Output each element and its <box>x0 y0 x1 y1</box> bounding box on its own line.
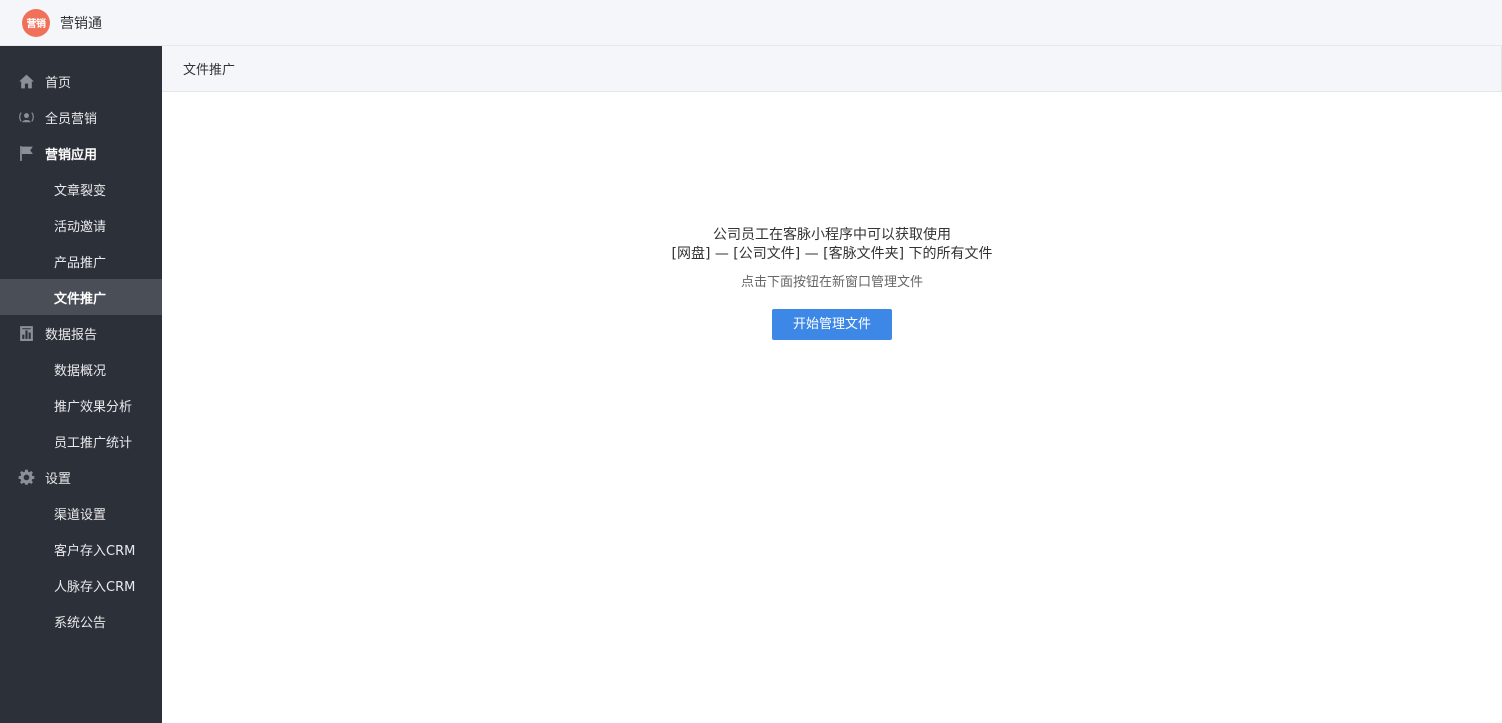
description-line-1: 公司员工在客脉小程序中可以获取使用 <box>713 227 951 243</box>
home-icon <box>17 72 35 90</box>
app-title: 营销通 <box>60 15 102 32</box>
user-broadcast-icon <box>17 108 35 126</box>
app-logo[interactable]: 营销 <box>22 8 50 37</box>
sidebar-item-file-promotion[interactable]: 文件推广 <box>0 279 162 315</box>
sidebar-item-label: 渠道设置 <box>54 507 107 523</box>
sidebar-item-label: 文件推广 <box>54 291 107 307</box>
sidebar-item-marketing-apps[interactable]: 营销应用 <box>0 135 162 171</box>
sidebar-item-channel-settings[interactable]: 渠道设置 <box>0 495 162 531</box>
sidebar-item-label: 设置 <box>45 471 72 487</box>
sidebar-item-contacts-to-crm[interactable]: 人脉存入CRM <box>0 567 162 603</box>
sidebar-item-label: 数据报告 <box>45 327 98 343</box>
sidebar-item-system-notice[interactable]: 系统公告 <box>0 603 162 639</box>
file-promotion-panel: 公司员工在客脉小程序中可以获取使用 [网盘] — [公司文件] — [客脉文件夹… <box>162 226 1502 340</box>
flag-icon <box>17 144 35 162</box>
sidebar-item-product-promotion[interactable]: 产品推广 <box>0 243 162 279</box>
sidebar-item-promotion-analysis[interactable]: 推广效果分析 <box>0 387 162 423</box>
description-line-2: [网盘] — [公司文件] — [客脉文件夹] 下的所有文件 <box>671 246 993 262</box>
start-manage-files-button[interactable]: 开始管理文件 <box>772 309 892 340</box>
gear-icon <box>17 468 35 486</box>
sidebar-item-event-invite[interactable]: 活动邀请 <box>0 207 162 243</box>
sidebar-item-label: 产品推广 <box>54 255 107 271</box>
page-title: 文件推广 <box>162 46 1502 92</box>
sidebar-item-label: 首页 <box>45 75 72 91</box>
sidebar-item-label: 推广效果分析 <box>54 399 133 415</box>
sidebar-item-data-overview[interactable]: 数据概况 <box>0 351 162 387</box>
sidebar: 首页 全员营销 营销应用 文章裂变 活动邀请 产品推广 文件推广 数据报告 数据… <box>0 46 162 723</box>
sidebar-item-label: 人脉存入CRM <box>54 579 136 595</box>
sidebar-item-label: 系统公告 <box>54 615 107 631</box>
sidebar-item-label: 员工推广统计 <box>54 435 133 451</box>
sidebar-item-label: 营销应用 <box>45 147 98 163</box>
hint-text: 点击下面按钮在新窗口管理文件 <box>740 275 923 290</box>
top-bar: 营销 营销通 <box>0 0 1502 46</box>
sidebar-item-settings[interactable]: 设置 <box>0 459 162 495</box>
sidebar-item-label: 文章裂变 <box>54 183 107 199</box>
sidebar-item-label: 活动邀请 <box>54 219 107 235</box>
report-icon <box>17 324 35 342</box>
sidebar-item-data-report[interactable]: 数据报告 <box>0 315 162 351</box>
sidebar-item-staff-promotion-stats[interactable]: 员工推广统计 <box>0 423 162 459</box>
sidebar-item-label: 客户存入CRM <box>54 543 136 559</box>
sidebar-item-label: 数据概况 <box>54 363 107 379</box>
sidebar-item-customer-to-crm[interactable]: 客户存入CRM <box>0 531 162 567</box>
main-content: 文件推广 公司员工在客脉小程序中可以获取使用 [网盘] — [公司文件] — [… <box>162 46 1502 723</box>
sidebar-item-all-staff-marketing[interactable]: 全员营销 <box>0 99 162 135</box>
sidebar-item-home[interactable]: 首页 <box>0 63 162 99</box>
sidebar-item-label: 全员营销 <box>45 111 98 127</box>
sidebar-item-article-fission[interactable]: 文章裂变 <box>0 171 162 207</box>
